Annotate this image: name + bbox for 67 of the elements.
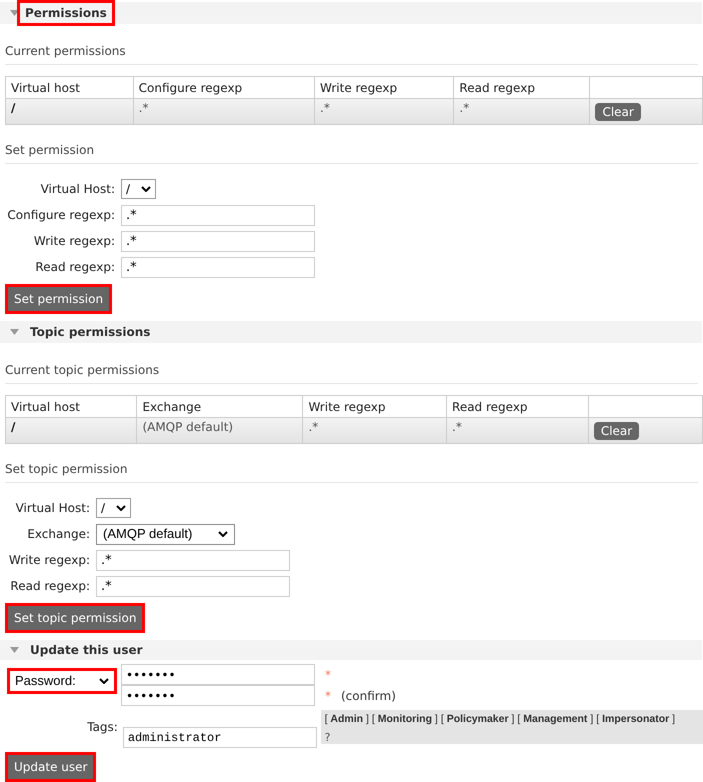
field-label: Read regexp: [10,578,90,596]
regexp-field[interactable]: .* [121,204,315,226]
regexp-field[interactable]: .* [96,550,290,571]
chevron-down-icon [218,531,228,538]
table-cell: .* [454,98,590,124]
virtual-host-select[interactable]: / [121,179,156,199]
table-cell: / [6,98,134,124]
column-header: Virtual host [6,76,134,98]
section-header[interactable]: Permissions [0,2,702,24]
confirm-note: (confirm) [341,688,396,704]
clear-button[interactable]: Clear [594,422,640,440]
column-header: Exchange [136,396,303,418]
field-label: Write regexp: [34,233,115,250]
tag-link[interactable]: [ Impersonator ] [596,712,676,728]
password-field[interactable]: ••••••• [121,685,315,706]
column-header: Write regexp [314,76,454,98]
table-cell: .* [302,418,447,444]
subsection-heading: Current topic permissions [5,363,160,378]
field-label: Exchange: [27,526,90,544]
triangle-down-icon [10,10,19,16]
section-header[interactable]: Update this user [0,640,702,660]
clear-button[interactable]: Clear [595,102,641,120]
subsection-heading: Current permissions [5,44,126,58]
subsection-heading: Set permission [5,143,94,157]
section-title: Permissions [17,0,115,26]
tag-link[interactable]: [ Admin ] [324,712,369,728]
regexp-field[interactable]: .* [121,230,315,252]
help-mark: ? [324,730,332,746]
subsection-heading: Set topic permission [5,462,128,476]
password-field[interactable]: ••••••• [121,664,315,685]
tag-link[interactable]: [ Policymaker ] [440,712,514,728]
column-header: Write regexp [302,396,447,418]
field-label: Tags: [87,719,118,736]
action-button[interactable]: Set topic permission [8,606,142,630]
exchange-select[interactable]: (AMQP default) [96,524,235,545]
table-cell: .* [446,418,588,444]
regexp-field[interactable]: .* [121,256,315,278]
required-mark: * [325,688,331,704]
field-label: Read regexp: [35,259,115,276]
chevron-down-icon [116,505,126,512]
chevron-down-icon [99,678,109,684]
table-cell: (AMQP default) [136,418,303,444]
table-cell: .* [133,98,315,124]
section-title: Update this user [29,642,144,660]
column-header: Configure regexp [133,76,315,98]
field-label: Virtual Host: [16,500,90,518]
field-label: Write regexp: [8,552,90,570]
triangle-down-icon [10,329,19,336]
field-label: Configure regexp: [7,207,115,224]
field-label: Virtual Host: [40,181,115,198]
tags-field[interactable]: administrator [122,727,317,748]
virtual-host-select[interactable]: / [96,498,131,518]
table-cell: / [6,418,137,444]
column-header: Read regexp [454,76,590,98]
triangle-down-icon [10,647,19,654]
section-header[interactable]: Topic permissions [0,321,702,344]
column-header: Virtual host [6,396,137,418]
tag-link[interactable]: [ Monitoring ] [372,712,438,728]
action-button[interactable]: Update user [8,755,94,779]
action-button[interactable]: Set permission [8,287,110,311]
chevron-down-icon [141,186,151,192]
tag-link[interactable]: [ Management ] [517,712,594,728]
required-mark: * [325,666,331,684]
column-header: Read regexp [446,396,588,418]
section-title: Topic permissions [29,324,152,342]
regexp-field[interactable]: .* [96,576,290,597]
table-cell: .* [314,98,454,124]
